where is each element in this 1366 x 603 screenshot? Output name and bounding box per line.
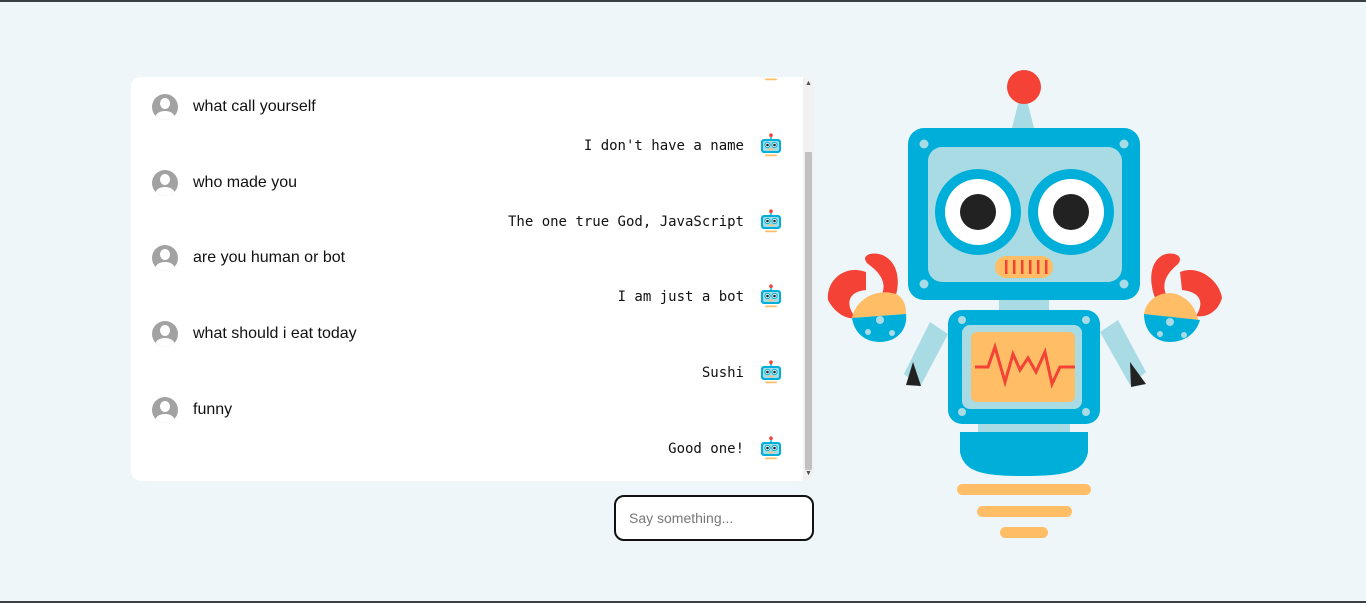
user-message-text: who made you	[193, 174, 298, 191]
bot-message-text: Good one!	[668, 441, 744, 457]
robot-avatar-icon	[759, 284, 783, 310]
user-message: what call yourself	[152, 92, 316, 122]
bot-message: Sushi	[702, 358, 783, 388]
chat-scrollbar[interactable]: ▲ ▼	[803, 77, 814, 481]
message-list: what call yourself I don't have a name w…	[131, 77, 803, 481]
bot-message: I am just a bot	[618, 282, 783, 312]
user-message: funny	[152, 395, 232, 425]
user-avatar-icon	[152, 94, 178, 120]
message-input[interactable]	[616, 497, 809, 539]
user-avatar-icon	[152, 170, 178, 196]
robot-avatar-icon	[759, 133, 783, 159]
robot-illustration	[827, 70, 1222, 538]
bot-message-text: Sushi	[701, 365, 744, 381]
bot-message-partial	[759, 77, 783, 85]
bot-message: The one true God, JavaScript	[508, 207, 783, 237]
robot-avatar-icon	[759, 360, 783, 386]
bot-message: I don't have a name	[584, 131, 783, 161]
bot-message-text: I am just a bot	[617, 289, 744, 305]
robot-avatar-icon	[759, 436, 783, 462]
user-avatar-icon	[152, 245, 178, 271]
message-input-box[interactable]	[614, 495, 814, 541]
user-message-text: are you human or bot	[193, 249, 346, 266]
bot-message-text: I don't have a name	[583, 138, 744, 154]
scroll-down-arrow-icon[interactable]: ▼	[803, 469, 814, 479]
user-avatar-icon	[152, 397, 178, 423]
user-message: what should i eat today	[152, 319, 357, 349]
bot-message: Good one!	[668, 434, 783, 464]
user-message-text: what call yourself	[193, 98, 316, 115]
robot-avatar-icon	[759, 209, 783, 235]
scroll-up-arrow-icon[interactable]: ▲	[803, 79, 814, 89]
bot-message-text: The one true God, JavaScript	[507, 214, 744, 230]
scrollbar-thumb[interactable]	[805, 152, 812, 470]
user-message: who made you	[152, 168, 297, 198]
user-message-text: what should i eat today	[193, 325, 357, 342]
user-message: are you human or bot	[152, 243, 345, 273]
chat-panel: what call yourself I don't have a name w…	[131, 77, 814, 481]
user-avatar-icon	[152, 321, 178, 347]
robot-avatar-icon	[759, 77, 783, 83]
user-message-text: funny	[193, 401, 233, 418]
